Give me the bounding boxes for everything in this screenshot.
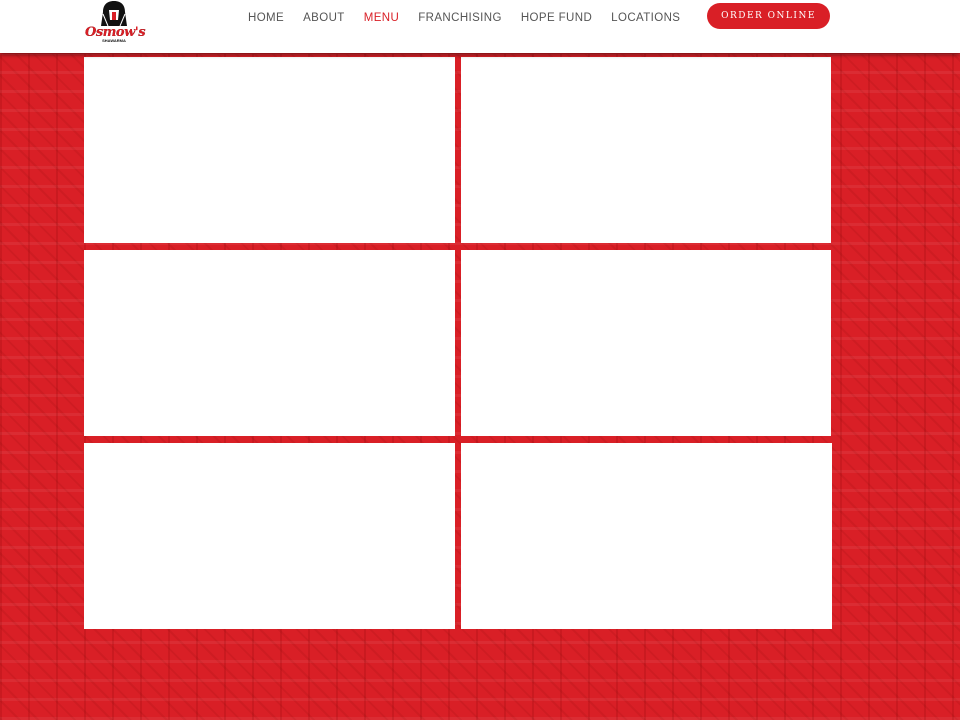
nav-about[interactable]: ABOUT <box>303 10 345 26</box>
menu-card[interactable] <box>84 250 455 436</box>
nav-menu[interactable]: MENU <box>364 10 399 26</box>
main-nav: HOME ABOUT MENU FRANCHISING HOPE FUND LO… <box>248 10 699 26</box>
brand-logo[interactable]: Osmow's SHAWARMA <box>84 0 148 48</box>
menu-card[interactable] <box>84 443 455 629</box>
nav-franchising[interactable]: FRANCHISING <box>418 10 502 26</box>
menu-card[interactable] <box>461 250 831 436</box>
nav-home[interactable]: HOME <box>248 10 284 26</box>
menu-card[interactable] <box>461 57 831 243</box>
menu-card[interactable] <box>84 57 455 243</box>
nav-hope-fund[interactable]: HOPE FUND <box>521 10 592 26</box>
nav-locations[interactable]: LOCATIONS <box>611 10 680 26</box>
menu-card[interactable] <box>461 443 832 629</box>
site-header: Osmow's SHAWARMA HOME ABOUT MENU FRANCHI… <box>0 0 960 53</box>
pharaoh-head-icon <box>101 1 127 26</box>
brand-subtitle: SHAWARMA <box>102 38 126 43</box>
order-online-button[interactable]: ORDER ONLINE <box>707 3 830 29</box>
